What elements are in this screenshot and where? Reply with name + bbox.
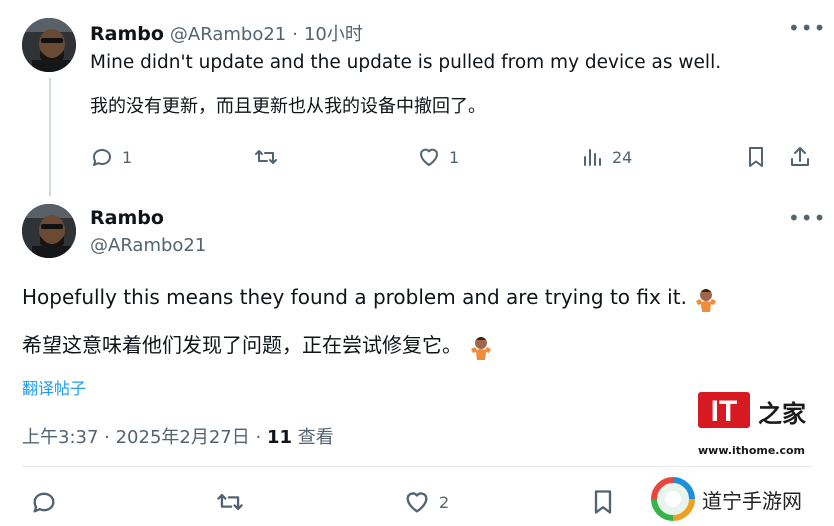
- tweet-text-en-content: Hopefully this means they found a proble…: [22, 285, 687, 309]
- thread-line: [49, 78, 51, 196]
- bookmark-icon: [749, 147, 763, 167]
- tweet-text-en: Mine didn't update and the update is pul…: [90, 52, 722, 73]
- heart-icon: [406, 492, 428, 513]
- daoning-text: 道宁手游网: [702, 488, 802, 513]
- reply-icon: [93, 149, 111, 166]
- more-icon[interactable]: •••: [788, 206, 826, 230]
- share-icon: [791, 147, 809, 166]
- ithome-watermark: IT 之家 www.ithome.com: [698, 390, 818, 457]
- shrug-emoji-icon: [696, 288, 717, 312]
- author-name[interactable]: Rambo: [90, 207, 164, 229]
- retweet-icon: [255, 150, 277, 164]
- retweet-button[interactable]: [253, 145, 279, 169]
- reply-button[interactable]: 1: [90, 145, 132, 169]
- tweet-text-zh: 我的没有更新，而且更新也从我的设备中撤回了。: [90, 96, 486, 117]
- share-button[interactable]: [788, 145, 812, 169]
- avatar[interactable]: [22, 18, 76, 72]
- translate-post-link[interactable]: 翻译帖子: [22, 375, 86, 399]
- daoning-watermark: 道宁手游网: [650, 476, 802, 522]
- avatar-image: [22, 204, 76, 258]
- ithome-url: www.ithome.com: [698, 444, 806, 457]
- svg-text:IT: IT: [711, 395, 738, 428]
- tweet-header: Rambo @ARambo21 · 10小时: [90, 20, 363, 46]
- like-count: 2: [439, 492, 450, 512]
- author-name[interactable]: Rambo: [90, 23, 164, 45]
- reply-icon: [33, 492, 55, 513]
- bookmark-icon: [594, 490, 612, 514]
- shrug-emoji-icon: [471, 336, 492, 360]
- author-handle[interactable]: @ARambo21: [170, 24, 286, 45]
- reply-button[interactable]: [30, 488, 58, 516]
- like-button[interactable]: 1: [417, 145, 459, 169]
- views-count: 24: [612, 147, 633, 167]
- bookmark-button[interactable]: [745, 145, 767, 169]
- like-button[interactable]: 2: [403, 488, 449, 516]
- views-icon: [584, 149, 601, 166]
- separator-dot: ·: [292, 24, 298, 45]
- divider: [22, 466, 812, 467]
- bookmark-button[interactable]: [590, 488, 616, 516]
- author-handle[interactable]: @ARambo21: [90, 235, 206, 256]
- tweet-time[interactable]: 10小时: [304, 20, 363, 46]
- avatar-image: [22, 18, 76, 72]
- reply-count: 1: [122, 147, 133, 167]
- retweet-button[interactable]: [215, 488, 245, 516]
- heart-icon: [420, 148, 438, 166]
- tweet-text-en: Hopefully this means they found a proble…: [22, 285, 719, 312]
- ithome-logo: IT 之家: [698, 392, 806, 428]
- avatar[interactable]: [22, 204, 76, 258]
- views-count: 11: [266, 427, 292, 448]
- views-label: 查看: [297, 427, 334, 448]
- svg-text:之家: 之家: [758, 400, 806, 428]
- tweet-text-zh-content: 希望这意味着他们发现了问题，正在尝试修复它。: [22, 333, 462, 357]
- tweet-timestamp[interactable]: 上午3:37 · 2025年2月27日 ·: [22, 427, 261, 448]
- tweet-text-zh: 希望这意味着他们发现了问题，正在尝试修复它。: [22, 329, 494, 360]
- like-count: 1: [449, 147, 460, 167]
- more-icon[interactable]: •••: [788, 16, 826, 40]
- views-button[interactable]: 24: [582, 145, 632, 169]
- daoning-logo-icon: [651, 477, 695, 521]
- retweet-icon: [217, 493, 243, 511]
- tweet-metadata: 上午3:37 · 2025年2月27日 · 11 查看: [22, 423, 334, 449]
